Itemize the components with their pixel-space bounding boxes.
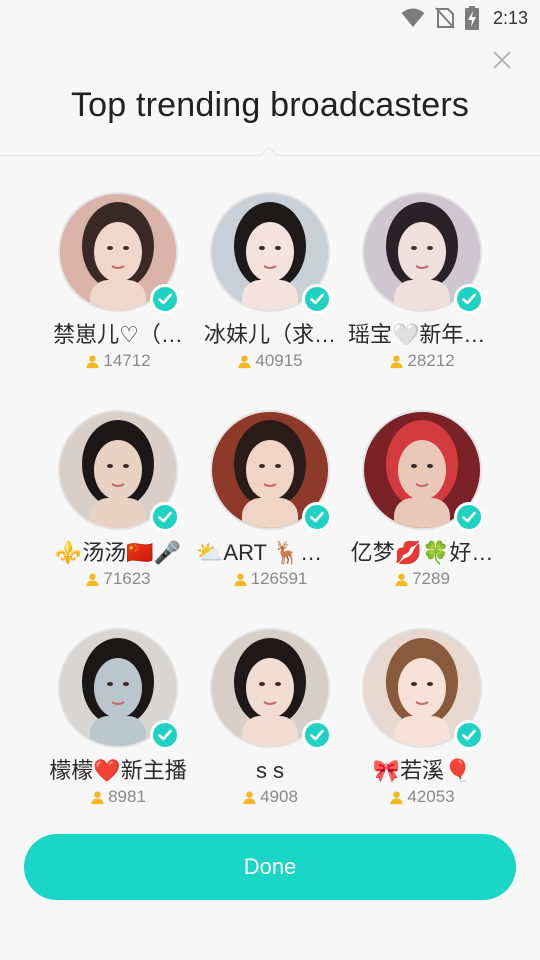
- verified-badge: [302, 284, 332, 314]
- broadcaster-card[interactable]: 🎀若溪🎈 42053: [346, 628, 498, 807]
- avatar-wrap: [362, 628, 484, 750]
- user-icon: [86, 355, 99, 368]
- follower-count: 8981: [42, 787, 194, 807]
- broadcaster-card[interactable]: 冰妹儿（求… 40915: [194, 192, 346, 371]
- follower-count: 28212: [346, 351, 498, 371]
- done-button[interactable]: Done: [24, 834, 516, 900]
- avatar-wrap: [210, 628, 332, 750]
- verified-badge: [454, 284, 484, 314]
- broadcaster-name: s s: [255, 758, 285, 783]
- check-icon: [462, 729, 476, 741]
- avatar-wrap: [210, 410, 332, 532]
- verified-badge: [150, 502, 180, 532]
- verified-badge: [150, 284, 180, 314]
- broadcaster-card[interactable]: ⛅ART 🦌鹿… 126591: [194, 410, 346, 589]
- broadcaster-name: 瑶宝🤍新年好…: [348, 322, 498, 347]
- broadcaster-name: 🎀若溪🎈: [372, 758, 472, 783]
- follower-count-value: 71623: [103, 569, 151, 588]
- follower-count: 7289: [346, 569, 498, 589]
- check-icon: [310, 729, 324, 741]
- broadcaster-name: 禁崽儿♡（…: [53, 322, 183, 347]
- avatar-wrap: [210, 192, 332, 314]
- avatar-wrap: [58, 192, 180, 314]
- broadcaster-card[interactable]: ⚜️汤汤🇨🇳🎤 71623: [42, 410, 194, 589]
- follower-count: 126591: [194, 569, 346, 589]
- follower-count: 14712: [42, 351, 194, 371]
- check-icon: [158, 729, 172, 741]
- verified-badge: [302, 502, 332, 532]
- check-icon: [462, 511, 476, 523]
- user-icon: [91, 791, 104, 804]
- follower-count: 4908: [194, 787, 346, 807]
- follower-count-value: 28212: [407, 351, 455, 370]
- broadcaster-name: 亿梦💋🍀好…: [350, 540, 494, 565]
- check-icon: [158, 293, 172, 305]
- user-icon: [234, 573, 247, 586]
- check-icon: [462, 293, 476, 305]
- follower-count: 71623: [42, 569, 194, 589]
- broadcaster-name: ⛅ART 🦌鹿…: [196, 540, 345, 565]
- verified-badge: [454, 720, 484, 750]
- avatar-wrap: [362, 410, 484, 532]
- follower-count-value: 14712: [103, 351, 151, 370]
- avatar-wrap: [58, 410, 180, 532]
- broadcaster-name: 檬檬❤️新主播: [49, 758, 187, 783]
- broadcaster-name: 冰妹儿（求…: [203, 322, 336, 347]
- verified-badge: [302, 720, 332, 750]
- user-icon: [86, 573, 99, 586]
- user-icon: [238, 355, 251, 368]
- follower-count: 42053: [346, 787, 498, 807]
- follower-count: 40915: [194, 351, 346, 371]
- broadcaster-grid: 禁崽儿♡（… 14712 冰妹儿（求… 40915 瑶宝🤍新年好… 28212 …: [0, 0, 540, 820]
- user-icon: [390, 791, 403, 804]
- check-icon: [310, 293, 324, 305]
- broadcaster-card[interactable]: 瑶宝🤍新年好… 28212: [346, 192, 498, 371]
- avatar-wrap: [58, 628, 180, 750]
- broadcaster-card[interactable]: 檬檬❤️新主播 8981: [42, 628, 194, 807]
- verified-badge: [454, 502, 484, 532]
- check-icon: [310, 511, 324, 523]
- broadcaster-card[interactable]: 亿梦💋🍀好… 7289: [346, 410, 498, 589]
- broadcaster-name: ⚜️汤汤🇨🇳🎤: [54, 540, 182, 565]
- user-icon: [390, 355, 403, 368]
- verified-badge: [150, 720, 180, 750]
- user-icon: [395, 573, 408, 586]
- follower-count-value: 40915: [255, 351, 303, 370]
- follower-count-value: 4908: [260, 787, 298, 806]
- check-icon: [158, 511, 172, 523]
- follower-count-value: 42053: [407, 787, 455, 806]
- broadcaster-card[interactable]: s s 4908: [194, 628, 346, 807]
- user-icon: [243, 791, 256, 804]
- avatar-wrap: [362, 192, 484, 314]
- follower-count-value: 126591: [250, 569, 308, 588]
- follower-count-value: 8981: [108, 787, 146, 806]
- follower-count-value: 7289: [412, 569, 450, 588]
- broadcaster-card[interactable]: 禁崽儿♡（… 14712: [42, 192, 194, 371]
